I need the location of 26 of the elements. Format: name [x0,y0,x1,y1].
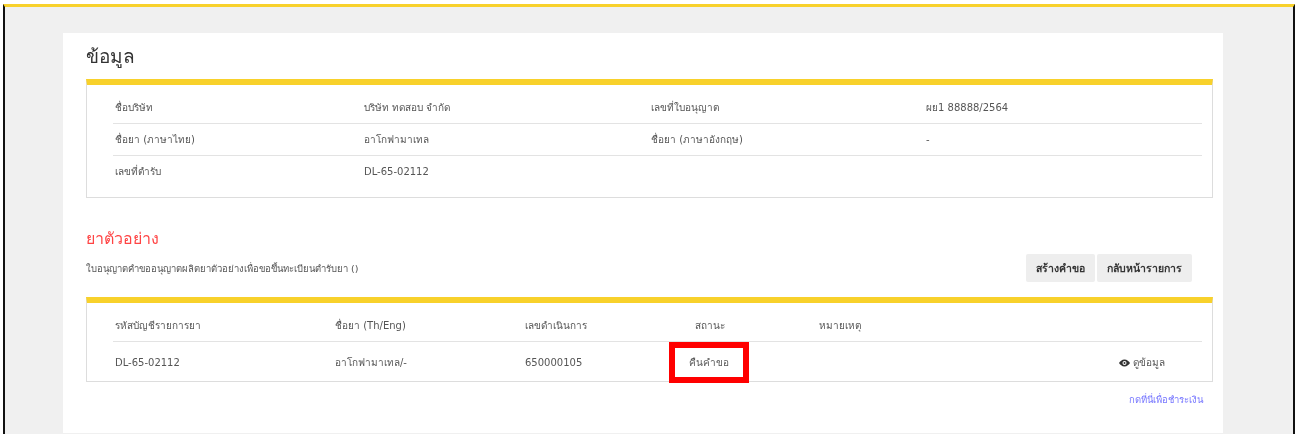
field-label: ชื่อยา (ภาษาไทย) [115,132,196,147]
column-header: เลขดำเนินการ [525,318,588,333]
field-label: เลขที่ตำรับ [115,164,162,179]
field-value: DL-65-02112 [364,166,430,177]
column-header: สถานะ [695,318,726,333]
table-cell-text: อาโกฟามาเทล/- [335,356,408,370]
action-button[interactable]: สร้างคำขอ [1026,254,1095,282]
field-label: ชื่อยา (ภาษาอังกฤษ) [651,132,744,147]
section-title: ยาตัวอย่าง [86,228,160,250]
field-value: บริษัท ทดสอบ จำกัด [364,101,452,115]
table-cell-text: DL-65-02112 [115,357,181,368]
status-cell: คืนคำขอ [669,342,749,383]
field-value: อาโกฟามาเทล [364,133,430,147]
action-button[interactable]: กลับหน้ารายการ [1097,254,1192,282]
section-description: ใบอนุญาตคำขออนุญาตผลิตยาตัวอย่างเพื่อขอขึ้นทะเบียนตำรับยา () [86,261,359,276]
field-label: เลขที่ใบอนุญาต [651,100,720,115]
column-header: หมายเหตุ [819,318,862,333]
payment-link[interactable]: กดที่นี่เพื่อชำระเงิน [1129,394,1203,405]
column-header: ชื่อยา (Th/Eng) [335,317,407,333]
field-value: - [926,134,931,145]
section-title: ข้อมูล [86,44,136,69]
view-link[interactable]: ดูข้อมูล [1119,355,1165,370]
column-header: รหัสบัญชีรายการยา [115,318,202,333]
field-label: ชื่อบริษัท [115,100,154,115]
field-value: ผย1 88888/2564 [926,101,1010,115]
eye-icon [1119,358,1130,367]
